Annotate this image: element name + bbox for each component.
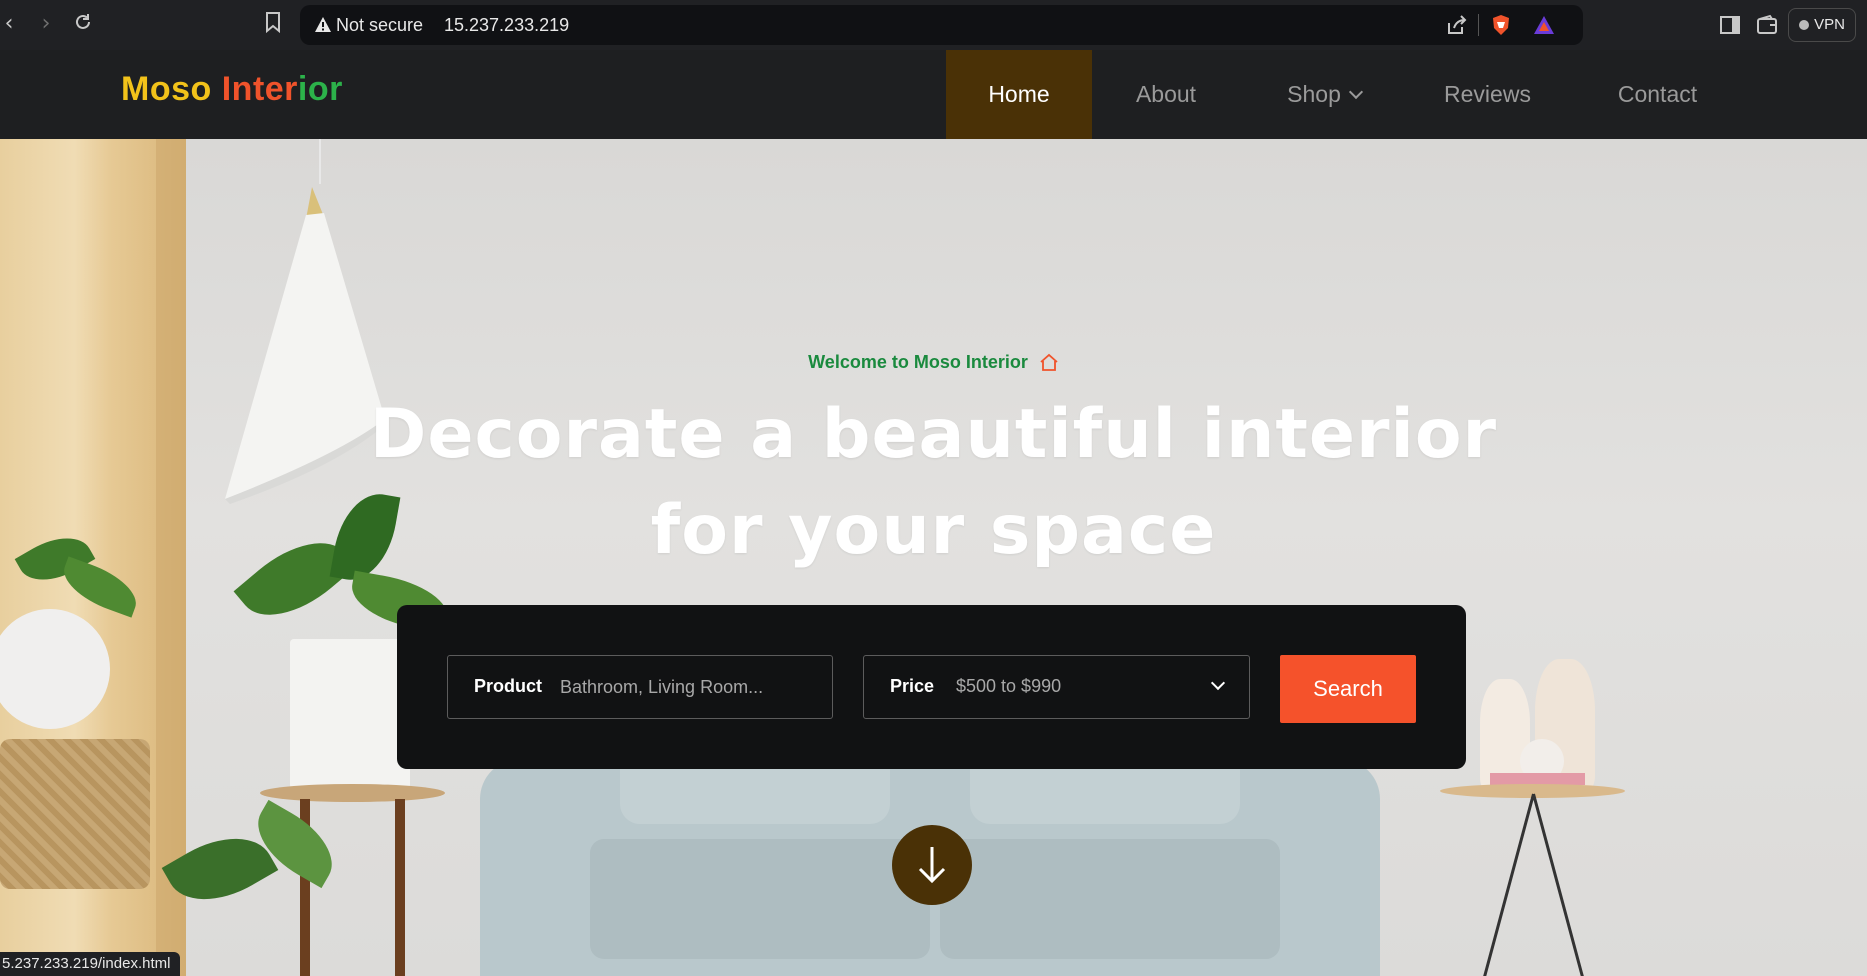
logo-word-2a: Inter (221, 70, 298, 108)
plant-pot-image (290, 639, 410, 789)
sofa-seat-image (590, 839, 930, 959)
status-bar-url: 5.237.233.219/index.html (0, 952, 181, 976)
eyebrow-text: Welcome to Moso Interior (808, 352, 1028, 372)
product-label: Product (474, 676, 543, 696)
sofa-seat-image (940, 839, 1280, 959)
site-logo[interactable]: Moso Interior (121, 70, 343, 109)
wallet-icon[interactable] (1755, 13, 1779, 37)
table-leg-image (1480, 793, 1535, 976)
wicker-basket-image (0, 739, 150, 889)
chevron-down-icon (1348, 84, 1363, 100)
bookmark-icon[interactable] (260, 11, 286, 37)
product-input[interactable] (560, 669, 820, 705)
url-text[interactable]: 15.237.233.219 (444, 15, 569, 35)
nav-contact[interactable]: Contact (1600, 50, 1715, 139)
divider (1478, 14, 1479, 36)
search-panel: Product Price $500 to $990 Search (397, 605, 1466, 769)
site-header: Moso Interior Home About Shop Reviews Co… (0, 50, 1867, 139)
hero-headline: Decorate a beautiful interior for your s… (0, 387, 1867, 579)
headline-line-2: for your space (650, 491, 1217, 570)
forward-icon[interactable]: › (33, 11, 59, 37)
logo-word-1: Moso (121, 70, 212, 108)
search-button[interactable]: Search (1280, 655, 1416, 723)
vpn-button[interactable]: VPN (1788, 8, 1856, 42)
headline-line-1: Decorate a beautiful interior (369, 395, 1498, 474)
pendant-lamp-cord (319, 139, 321, 184)
chevron-down-icon (1210, 675, 1226, 691)
address-bar[interactable]: Not secure 15.237.233.219 (300, 5, 1583, 45)
browser-toolbar: ‹ › Not secure 15.237.233.219 VPN (0, 0, 1867, 50)
hero-eyebrow: Welcome to Moso Interior (0, 352, 1867, 373)
vpn-label: VPN (1814, 16, 1845, 33)
sidebar-icon[interactable] (1718, 13, 1742, 37)
nav-about[interactable]: About (1107, 50, 1225, 139)
brave-shield-icon[interactable] (1490, 14, 1512, 36)
wooden-stool-image (260, 784, 445, 802)
rewards-triangle-icon[interactable] (1533, 14, 1555, 36)
nav-shop-label: Shop (1287, 81, 1341, 107)
security-label[interactable]: Not secure (336, 15, 423, 35)
hero-section: Welcome to Moso Interior Decorate a beau… (0, 139, 1867, 976)
share-icon[interactable] (1445, 14, 1467, 36)
table-leg-image (1532, 793, 1587, 976)
logo-word-2b: ior (297, 70, 343, 108)
nav-shop[interactable]: Shop (1260, 50, 1388, 139)
nav-reviews[interactable]: Reviews (1430, 50, 1545, 139)
vpn-status-icon (1799, 20, 1810, 30)
nav-home[interactable]: Home (946, 50, 1092, 139)
arrow-down-icon (918, 847, 946, 884)
home-icon (1040, 353, 1058, 371)
stool-leg-image (395, 799, 405, 976)
warning-icon (315, 17, 331, 32)
back-icon[interactable]: ‹ (0, 11, 22, 37)
price-label: Price (890, 676, 935, 696)
price-value: $500 to $990 (956, 676, 1062, 696)
reload-icon[interactable] (70, 11, 96, 37)
product-field[interactable]: Product (447, 655, 833, 719)
scroll-down-button[interactable] (892, 825, 972, 905)
price-select[interactable]: Price $500 to $990 (863, 655, 1250, 719)
